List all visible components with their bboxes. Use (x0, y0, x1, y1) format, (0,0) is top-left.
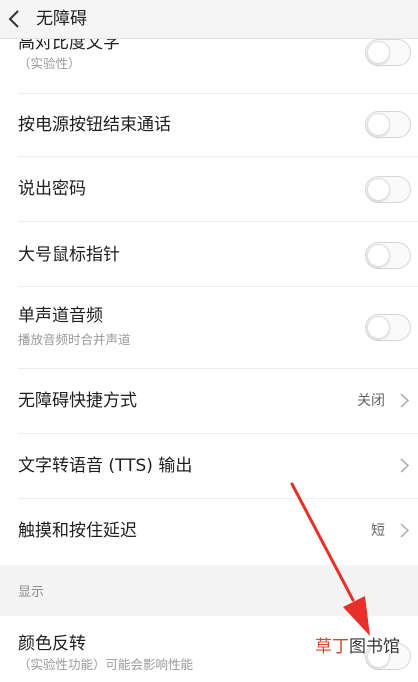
row-label: 单声道音频 (18, 306, 103, 326)
settings-row-touch-hold-delay[interactable]: 触摸和按住延迟 短 (0, 499, 418, 565)
toggle-switch[interactable] (365, 242, 411, 269)
toggle-knob (367, 178, 390, 201)
row-label: 说出密码 (18, 179, 86, 199)
row-label: 无障碍快捷方式 (18, 391, 137, 411)
toggle-knob (367, 41, 390, 64)
row-value: 短 (371, 523, 385, 539)
toggle-knob (367, 113, 390, 136)
settings-row-mono-audio[interactable]: 单声道音频 播放音频时合并声道 (0, 287, 418, 368)
settings-row-power-button-ends-call[interactable]: 按电源按钮结束通话 (0, 94, 418, 156)
row-label: 按电源按钮结束通话 (18, 115, 171, 135)
chevron-right-icon (400, 523, 409, 538)
row-sublabel: （实验性） (18, 56, 81, 71)
row-sublabel: 播放音频时合并声道 (18, 332, 131, 347)
row-sublabel: （实验性功能）可能会影响性能 (18, 657, 194, 672)
settings-row-high-contrast-text[interactable]: 高对比度文字 （实验性） (0, 39, 418, 93)
row-label: 文字转语音 (TTS) 输出 (18, 456, 193, 476)
watermark-part2: 图书馆 (349, 637, 400, 657)
row-label: 颜色反转 (18, 634, 86, 654)
watermark-logo: 草丁图书馆 (315, 636, 400, 658)
settings-row-large-mouse-pointer[interactable]: 大号鼠标指针 (0, 222, 418, 286)
toggle-switch[interactable] (365, 39, 411, 66)
section-title-display: 显示 (18, 585, 45, 600)
toggle-knob (367, 244, 390, 267)
chevron-right-icon (400, 393, 409, 408)
chevron-right-icon (400, 458, 409, 473)
row-value: 关闭 (357, 393, 385, 409)
watermark-part1: 草丁 (315, 637, 349, 657)
settings-row-speak-passwords[interactable]: 说出密码 (0, 157, 418, 221)
chevron-left-icon[interactable] (6, 9, 22, 29)
row-label: 大号鼠标指针 (18, 245, 120, 265)
row-label: 触摸和按住延迟 (18, 521, 137, 541)
settings-row-tts-output[interactable]: 文字转语音 (TTS) 输出 (0, 434, 418, 498)
section-header-bg (0, 565, 418, 616)
page-title: 无障碍 (36, 9, 87, 29)
row-label: 高对比度文字 (18, 39, 120, 53)
toggle-switch[interactable] (365, 314, 411, 341)
toggle-switch[interactable] (365, 176, 411, 203)
toggle-knob (367, 316, 390, 339)
top-bar: 无障碍 (0, 0, 418, 39)
settings-row-accessibility-shortcut[interactable]: 无障碍快捷方式 关闭 (0, 369, 418, 433)
toggle-switch[interactable] (365, 111, 411, 138)
